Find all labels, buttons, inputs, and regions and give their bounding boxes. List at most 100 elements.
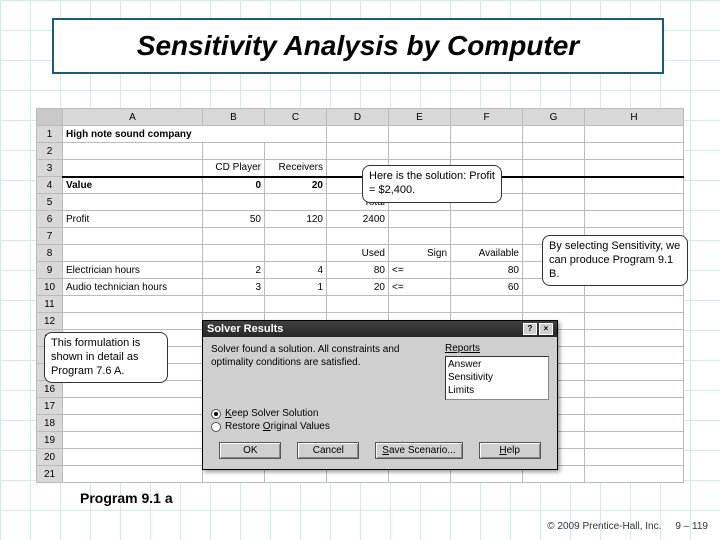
cell[interactable] xyxy=(63,381,203,398)
save-scenario-button[interactable]: Save Scenario... xyxy=(375,442,462,459)
cell[interactable] xyxy=(451,211,523,228)
cell[interactable] xyxy=(203,245,265,262)
cell[interactable] xyxy=(389,211,451,228)
cell[interactable] xyxy=(585,177,684,194)
col-header[interactable]: G xyxy=(523,109,585,126)
cell[interactable] xyxy=(389,228,451,245)
cell[interactable] xyxy=(451,296,523,313)
cell[interactable] xyxy=(585,296,684,313)
cell[interactable] xyxy=(585,466,684,483)
cell[interactable]: 80 xyxy=(451,262,523,279)
cell[interactable] xyxy=(451,228,523,245)
cell[interactable] xyxy=(523,211,585,228)
cell[interactable] xyxy=(389,143,451,160)
cell[interactable]: 20 xyxy=(265,177,327,194)
cell[interactable] xyxy=(63,160,203,177)
cell[interactable] xyxy=(585,347,684,364)
cell[interactable] xyxy=(585,398,684,415)
reports-listbox[interactable]: Answer Sensitivity Limits xyxy=(445,356,549,400)
cell[interactable] xyxy=(63,194,203,211)
cell[interactable]: 4 xyxy=(265,262,327,279)
cell[interactable] xyxy=(585,126,684,143)
col-header[interactable]: D xyxy=(327,109,389,126)
cell[interactable] xyxy=(585,211,684,228)
cell[interactable] xyxy=(63,466,203,483)
cell[interactable] xyxy=(585,313,684,330)
list-item[interactable]: Limits xyxy=(448,384,546,397)
cell[interactable]: CD Player xyxy=(203,160,265,177)
cell[interactable] xyxy=(523,177,585,194)
row-header[interactable]: 17 xyxy=(37,398,63,415)
cell[interactable] xyxy=(523,296,585,313)
cell[interactable] xyxy=(327,296,389,313)
cell[interactable] xyxy=(523,194,585,211)
cell[interactable] xyxy=(203,143,265,160)
row-header[interactable]: 6 xyxy=(37,211,63,228)
cell[interactable] xyxy=(327,228,389,245)
row-header[interactable]: 16 xyxy=(37,381,63,398)
cell[interactable] xyxy=(63,143,203,160)
cell[interactable] xyxy=(63,415,203,432)
cell[interactable] xyxy=(203,194,265,211)
cell[interactable] xyxy=(451,143,523,160)
cell[interactable] xyxy=(389,126,451,143)
cell[interactable]: 2400 xyxy=(327,211,389,228)
cell[interactable]: 120 xyxy=(265,211,327,228)
cell[interactable] xyxy=(203,228,265,245)
cell[interactable] xyxy=(63,228,203,245)
cell[interactable]: Receivers xyxy=(265,160,327,177)
row-header[interactable]: 21 xyxy=(37,466,63,483)
cell[interactable] xyxy=(585,449,684,466)
cell[interactable] xyxy=(585,364,684,381)
row-header[interactable]: 11 xyxy=(37,296,63,313)
close-icon[interactable]: × xyxy=(539,323,553,335)
cell[interactable] xyxy=(203,296,265,313)
cell[interactable] xyxy=(523,143,585,160)
cell[interactable] xyxy=(265,194,327,211)
col-header[interactable]: F xyxy=(451,109,523,126)
radio-keep-solution[interactable]: Keep Solver Solution xyxy=(211,408,549,419)
cell[interactable] xyxy=(265,228,327,245)
cell[interactable] xyxy=(63,432,203,449)
cell[interactable]: Electrician hours xyxy=(63,262,203,279)
cancel-button[interactable]: Cancel xyxy=(297,442,359,459)
cell[interactable]: Profit xyxy=(63,211,203,228)
row-header[interactable]: 7 xyxy=(37,228,63,245)
cell[interactable]: Value xyxy=(63,177,203,194)
row-header[interactable]: 1 xyxy=(37,126,63,143)
row-header[interactable]: 8 xyxy=(37,245,63,262)
cell[interactable]: 50 xyxy=(203,211,265,228)
row-header[interactable]: 18 xyxy=(37,415,63,432)
row-header[interactable]: 9 xyxy=(37,262,63,279)
cell[interactable]: 60 xyxy=(451,279,523,296)
row-header[interactable]: 10 xyxy=(37,279,63,296)
ok-button[interactable]: OK xyxy=(219,442,281,459)
list-item[interactable]: Sensitivity xyxy=(448,371,546,384)
cell[interactable] xyxy=(389,296,451,313)
col-header[interactable]: C xyxy=(265,109,327,126)
row-header[interactable]: 4 xyxy=(37,177,63,194)
cell[interactable] xyxy=(63,398,203,415)
row-header[interactable]: 20 xyxy=(37,449,63,466)
row-header[interactable]: 2 xyxy=(37,143,63,160)
radio-restore-values[interactable]: Restore Original Values xyxy=(211,421,549,432)
cell[interactable] xyxy=(585,415,684,432)
cell[interactable]: High note sound company xyxy=(63,126,327,143)
cell[interactable] xyxy=(63,313,203,330)
cell[interactable]: Used xyxy=(327,245,389,262)
cell[interactable] xyxy=(585,194,684,211)
cell[interactable] xyxy=(63,449,203,466)
row-header[interactable]: 12 xyxy=(37,313,63,330)
cell[interactable] xyxy=(523,160,585,177)
cell[interactable]: <= xyxy=(389,279,451,296)
cell[interactable]: 1 xyxy=(265,279,327,296)
col-header[interactable]: A xyxy=(63,109,203,126)
cell[interactable] xyxy=(265,245,327,262)
row-header[interactable]: 19 xyxy=(37,432,63,449)
cell[interactable] xyxy=(327,126,389,143)
cell[interactable] xyxy=(63,296,203,313)
cell[interactable]: 80 xyxy=(327,262,389,279)
cell[interactable] xyxy=(327,143,389,160)
list-item[interactable]: Answer xyxy=(448,358,546,371)
cell[interactable]: 2 xyxy=(203,262,265,279)
